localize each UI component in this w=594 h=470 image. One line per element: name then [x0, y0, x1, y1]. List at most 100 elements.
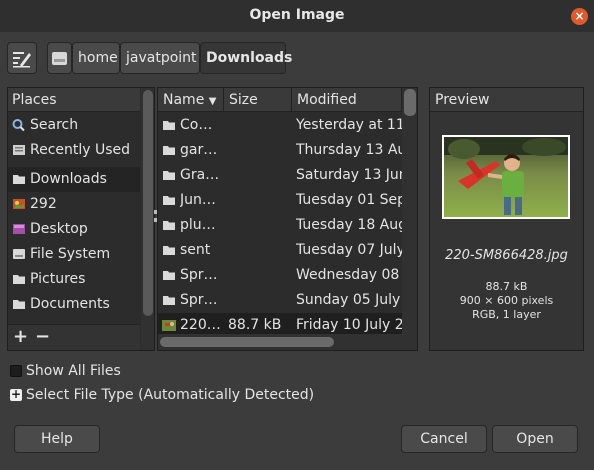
column-header-name[interactable]: Name ▼ — [158, 88, 224, 112]
crumb-home[interactable]: home — [72, 42, 120, 74]
preview-mode: RGB, 1 layer — [472, 308, 541, 321]
preview-thumbnail — [442, 135, 570, 219]
window-title: Open Image — [249, 7, 345, 23]
place-recently-used[interactable]: Recently Used — [8, 138, 140, 163]
file-name: Co… — [180, 117, 213, 133]
select-file-type-expander[interactable]: Select File Type (Automatically Detected… — [26, 387, 314, 403]
file-size — [228, 213, 292, 238]
file-size — [228, 188, 292, 213]
place-label: File System — [30, 246, 111, 262]
place-documents[interactable]: Documents — [8, 292, 140, 317]
drive-icon — [13, 249, 25, 259]
place-label: Desktop — [30, 221, 88, 237]
file-modified: Saturday 13 Jun — [296, 167, 406, 183]
folder-icon — [163, 171, 175, 180]
places-scrollbar-thumb[interactable] — [143, 90, 153, 316]
file-row[interactable]: Jun… Tuesday 01 Sept — [158, 188, 417, 213]
file-row[interactable]: Spr… Wednesday 08 J — [158, 263, 417, 288]
column-label: Name — [163, 92, 205, 108]
place-292[interactable]: 292 — [8, 192, 140, 217]
file-row[interactable]: Gra… Saturday 13 Jun — [158, 163, 417, 188]
desktop-icon — [13, 224, 25, 234]
file-modified: Tuesday 07 July — [296, 242, 405, 258]
file-modified: Tuesday 18 Aug — [296, 217, 406, 233]
preview-filesize: 88.7 kB — [485, 280, 528, 293]
file-size — [228, 263, 292, 288]
file-name: Spr… — [180, 267, 218, 283]
plus-icon[interactable]: + — [10, 388, 22, 401]
place-label: 292 — [30, 196, 57, 212]
folder-icon — [163, 121, 175, 130]
file-modified: Tuesday 01 Sept — [296, 192, 406, 208]
file-size — [228, 288, 292, 313]
file-name: Spr… — [180, 292, 218, 308]
places-header[interactable]: Places — [8, 88, 140, 112]
preview-panel: Preview 220-SM866428.jpg 88.7 kB 900 × 6… — [429, 87, 584, 351]
file-list-vscrollbar-thumb[interactable] — [404, 89, 416, 116]
type-location-button[interactable] — [7, 42, 37, 74]
search-icon — [12, 119, 25, 131]
file-row[interactable]: Co… Yesterday at 11: — [158, 113, 417, 138]
help-button[interactable]: Help — [14, 425, 100, 453]
image-folder-icon — [13, 199, 25, 209]
cancel-button[interactable]: Cancel — [401, 425, 487, 453]
folder-icon — [163, 221, 175, 230]
file-row[interactable]: sent Tuesday 07 July — [158, 238, 417, 263]
preview-header: Preview — [430, 88, 583, 112]
file-list-vscrollbar[interactable] — [402, 88, 417, 334]
edit-icon — [13, 52, 31, 68]
close-icon: × — [574, 9, 585, 23]
place-label: Downloads — [30, 171, 107, 187]
place-search[interactable]: Search — [8, 113, 140, 138]
file-list-hscrollbar-thumb[interactable] — [160, 337, 334, 347]
file-row[interactable]: plu… Tuesday 18 Aug — [158, 213, 417, 238]
file-modified: Sunday 05 July 2 — [296, 292, 406, 308]
place-file-system[interactable]: File System — [8, 242, 140, 267]
folder-icon — [13, 300, 25, 309]
crumb-drive[interactable] — [47, 42, 72, 74]
folder-icon — [163, 296, 175, 305]
places-footer: + − — [8, 324, 140, 350]
folder-icon — [163, 246, 175, 255]
place-pictures[interactable]: Pictures — [8, 267, 140, 292]
file-name: sent — [180, 242, 211, 258]
crumb-downloads[interactable]: Downloads — [200, 42, 292, 74]
file-size — [228, 138, 292, 163]
show-all-files-checkbox[interactable] — [10, 365, 22, 377]
preview-filename: 220-SM866428.jpg — [445, 248, 568, 263]
file-modified: Yesterday at 11: — [296, 117, 406, 133]
place-label: Documents — [30, 296, 110, 312]
file-list: Name ▼ Size Modified Co… Yesterday at 11… — [157, 87, 418, 351]
open-button[interactable]: Open — [492, 425, 578, 453]
column-header-size[interactable]: Size — [224, 88, 292, 112]
file-name: plu… — [180, 217, 216, 233]
close-button[interactable]: × — [571, 8, 588, 25]
file-modified: Wednesday 08 J — [296, 267, 406, 283]
place-label: Recently Used — [30, 142, 131, 158]
folder-icon — [163, 271, 175, 280]
preview-image — [444, 137, 568, 217]
file-row[interactable]: gar… Thursday 13 Aug — [158, 138, 417, 163]
place-downloads[interactable]: Downloads — [8, 167, 140, 192]
file-name: Gra… — [180, 167, 220, 183]
file-row[interactable]: Spr… Sunday 05 July 2 — [158, 288, 417, 313]
folder-icon — [163, 196, 175, 205]
place-desktop[interactable]: Desktop — [8, 217, 140, 242]
show-all-files-label[interactable]: Show All Files — [26, 363, 121, 379]
file-modified: Thursday 13 Aug — [296, 142, 406, 158]
add-bookmark-button[interactable]: + — [13, 326, 28, 347]
file-name: gar… — [180, 142, 218, 158]
file-size — [228, 163, 292, 188]
file-name: Jun… — [180, 192, 216, 208]
file-size — [228, 113, 292, 138]
crumb-javatpoint[interactable]: javatpoint — [120, 42, 200, 74]
file-size — [228, 238, 292, 263]
chevron-down-icon: ▼ — [208, 96, 217, 107]
column-header-modified[interactable]: Modified — [292, 88, 402, 112]
clock-icon — [13, 145, 25, 155]
places-panel: Places Search Recently Used Downloads 29… — [7, 87, 155, 351]
folder-icon — [13, 175, 25, 184]
place-label: Pictures — [30, 271, 86, 287]
drive-icon — [52, 52, 67, 65]
remove-bookmark-button[interactable]: − — [35, 326, 50, 347]
